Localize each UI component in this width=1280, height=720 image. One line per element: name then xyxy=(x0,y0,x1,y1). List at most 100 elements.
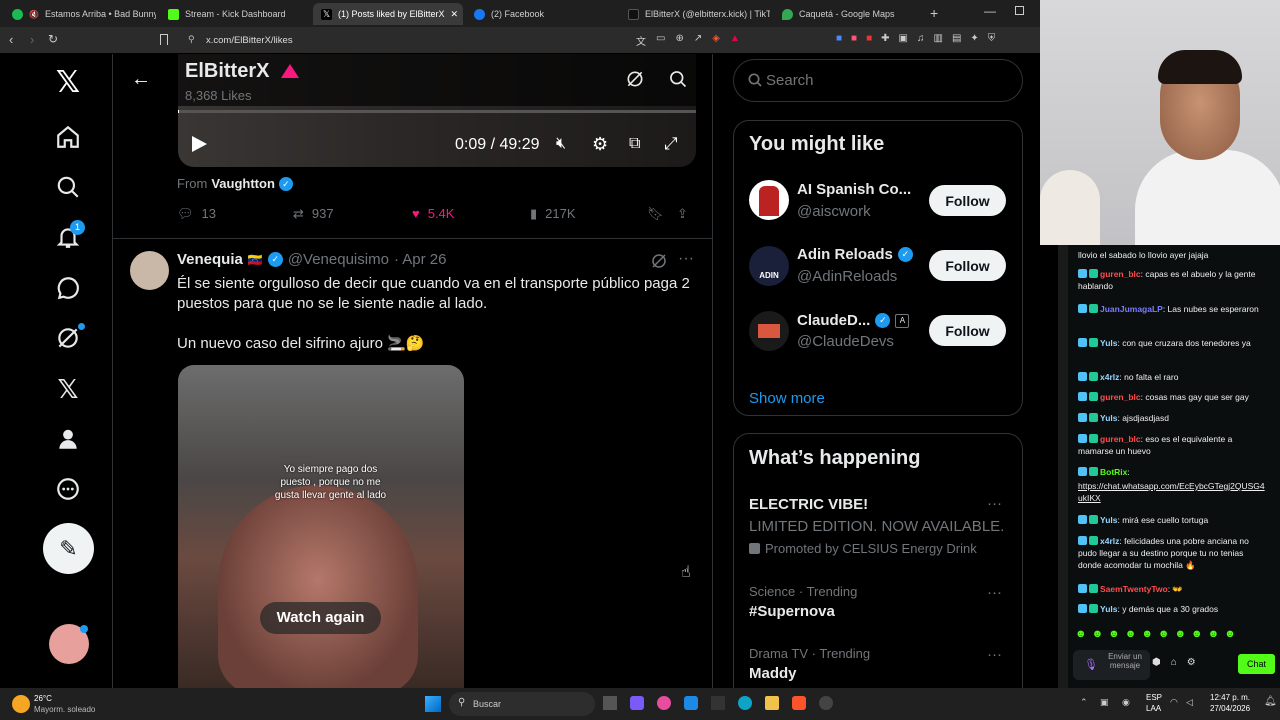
emote-icon[interactable]: ☻ xyxy=(1108,628,1120,640)
notification-bell-icon[interactable]: 🔔︎ xyxy=(1264,696,1277,707)
chat-username[interactable]: Yuls xyxy=(1100,515,1117,525)
compose-post-button[interactable]: ✎ xyxy=(43,523,94,574)
brave-icon[interactable] xyxy=(792,696,806,710)
viewers-icon[interactable]: ⌂ xyxy=(1171,657,1177,668)
language-code[interactable]: ESP xyxy=(1146,693,1162,702)
settings-icon[interactable]: ⚙ xyxy=(592,134,608,155)
pip-icon[interactable]: ⧉ xyxy=(629,135,640,153)
search-input[interactable] xyxy=(766,70,1006,90)
tray-icon[interactable]: ▣ xyxy=(1100,697,1109,708)
search-box[interactable] xyxy=(733,59,1023,102)
reply-button[interactable]: 💬︎ 13 xyxy=(177,206,216,222)
search-header-icon[interactable] xyxy=(668,69,688,89)
post-author-avatar[interactable] xyxy=(130,251,169,290)
extension-icon[interactable]: ■ xyxy=(851,33,857,44)
trend-title[interactable]: #Supernova xyxy=(749,603,835,620)
messages-icon[interactable] xyxy=(48,268,88,308)
forward-icon[interactable]: › xyxy=(30,32,34,47)
share-post-icon[interactable]: ⇪ xyxy=(677,206,688,222)
taskbar-search[interactable]: ⚲ Buscar xyxy=(449,692,595,716)
chat-username[interactable]: x4rlz xyxy=(1100,536,1119,546)
post-author-handle[interactable]: @Venequisimo xyxy=(288,251,389,268)
windows-start-icon[interactable] xyxy=(425,696,441,712)
emote-icon[interactable]: ☻ xyxy=(1075,628,1087,640)
media-icon[interactable]: ♫ xyxy=(917,33,925,44)
file-explorer-icon[interactable] xyxy=(765,696,779,710)
back-arrow-icon[interactable]: ← xyxy=(131,68,151,91)
suggestion-avatar[interactable] xyxy=(749,180,789,220)
chat-username[interactable]: Yuls xyxy=(1100,338,1117,348)
emote-icon[interactable]: ☻ xyxy=(1092,628,1104,640)
suggestion-avatar[interactable] xyxy=(749,311,789,351)
tab-tiktok[interactable]: ElBitterX (@elbitterx.kick) | TikTok xyxy=(620,3,770,25)
task-view-icon[interactable] xyxy=(603,696,617,710)
grok-post-icon[interactable] xyxy=(650,252,668,270)
explore-icon[interactable] xyxy=(48,167,88,207)
reload-icon[interactable]: ↻ xyxy=(48,32,58,46)
extension-icon[interactable]: ■ xyxy=(836,33,842,44)
show-more-link[interactable]: Show more xyxy=(749,390,825,407)
follow-button[interactable]: Follow xyxy=(929,250,1006,281)
chat-username[interactable]: Yuls xyxy=(1100,413,1117,423)
emote-icon[interactable]: ☻ xyxy=(1191,628,1203,640)
chat-username[interactable]: x4rlz xyxy=(1100,372,1119,382)
play-icon[interactable] xyxy=(192,136,207,152)
trend-more-icon[interactable]: ··· xyxy=(987,646,1002,663)
progress-track[interactable] xyxy=(178,110,696,113)
tab-kick[interactable]: Stream - Kick Dashboard xyxy=(160,3,310,25)
source-name[interactable]: Vaughtton xyxy=(211,176,275,191)
account-avatar[interactable] xyxy=(49,624,89,664)
mic-icon[interactable]: 🎙︎ xyxy=(1084,658,1098,671)
chat-username[interactable]: BotRix xyxy=(1100,467,1127,477)
settings-icon[interactable]: ⚙ xyxy=(1187,657,1196,668)
app-icon[interactable] xyxy=(630,696,644,710)
zoom-icon[interactable]: ⊕ xyxy=(675,33,683,48)
suggestion-name[interactable]: ClaudeD... xyxy=(797,312,870,329)
tab-spotify[interactable]: 🔇Estamos Arriba • Bad Bunny, M xyxy=(4,3,156,25)
chat-username[interactable]: guren_blc xyxy=(1100,392,1141,402)
emote-icon[interactable]: ☻ xyxy=(1174,628,1186,640)
clock-date[interactable]: 27/04/2026 xyxy=(1210,704,1250,713)
puzzle-icon[interactable]: ✚ xyxy=(881,33,889,44)
post-date[interactable]: · Apr 26 xyxy=(394,251,447,268)
tab-facebook[interactable]: (2) Facebook xyxy=(466,3,616,25)
share-icon[interactable]: ↗ xyxy=(694,33,702,48)
tray-icon[interactable]: ◉ xyxy=(1122,697,1130,708)
terminal-icon[interactable] xyxy=(711,696,725,710)
brave-shield-icon[interactable]: ◈ xyxy=(712,33,720,48)
home-icon[interactable] xyxy=(48,117,88,157)
chat-input[interactable]: 🎙︎ Enviar un mensaje xyxy=(1073,650,1150,680)
trend-more-icon[interactable]: ··· xyxy=(987,584,1002,601)
suggestion-name[interactable]: AI Spanish Co... xyxy=(797,181,911,198)
mute-icon[interactable]: 🔇︎ xyxy=(556,135,566,153)
language-layout[interactable]: LAA xyxy=(1146,704,1161,713)
emote-icon[interactable]: ☻ xyxy=(1141,628,1153,640)
follow-button[interactable]: Follow xyxy=(929,315,1006,346)
clock-time[interactable]: 12:47 p. m. xyxy=(1210,693,1250,702)
site-info-icon[interactable]: ⚲ xyxy=(188,34,195,45)
suggestion-avatar[interactable]: ADIN xyxy=(749,246,789,286)
trend-more-icon[interactable]: ··· xyxy=(987,495,1002,512)
wifi-icon[interactable]: ◠ xyxy=(1170,697,1178,708)
url-field[interactable]: ⚲ x.com/ElBitterX/likes xyxy=(180,30,635,50)
emote-icon[interactable]: ☻ xyxy=(1125,628,1137,640)
tray-chevron-icon[interactable]: ⌃ xyxy=(1080,697,1088,708)
fullscreen-icon[interactable]: ⤢ xyxy=(664,134,678,154)
back-icon[interactable]: ‹ xyxy=(9,32,13,47)
rewards-icon[interactable]: ▲ xyxy=(730,33,740,48)
post-author-name[interactable]: Venequia xyxy=(177,251,243,268)
tab-x-likes[interactable]: 𝕏 (1) Posts liked by ElBitterX ✕ xyxy=(313,3,463,25)
notifications-icon[interactable]: 1 xyxy=(48,217,88,257)
cast-icon[interactable]: ▭ xyxy=(656,33,665,48)
emote-icon[interactable]: ☻ xyxy=(1224,628,1236,640)
post-more-icon[interactable]: ··· xyxy=(678,250,694,268)
new-tab-icon[interactable]: + xyxy=(930,5,938,21)
x-logo-icon[interactable]: 𝕏 xyxy=(48,62,88,102)
store-icon[interactable] xyxy=(684,696,698,710)
chat-send-button[interactable]: Chat xyxy=(1238,654,1275,674)
views-button[interactable]: ▮ 217K xyxy=(530,206,576,222)
chat-text[interactable]: https://chat.whatsapp.com/EcEybcGTegj2QU… xyxy=(1078,481,1265,503)
tab-maps[interactable]: Caquetá - Google Maps xyxy=(774,3,924,25)
extension-icon[interactable]: ■ xyxy=(866,33,872,44)
trend-title[interactable]: Maddy xyxy=(749,665,797,682)
